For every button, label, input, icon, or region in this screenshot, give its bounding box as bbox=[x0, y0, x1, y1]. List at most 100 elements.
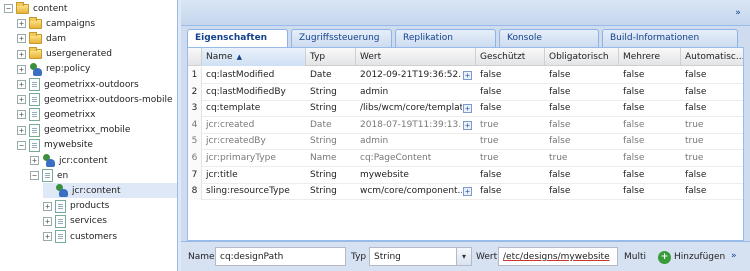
tree-node[interactable]: + geometrixx bbox=[17, 107, 177, 122]
collapse-toggle-icon[interactable]: − bbox=[17, 140, 26, 150]
column-header-gesch-tzt[interactable]: Geschützt bbox=[476, 48, 545, 66]
expand-toggle-icon[interactable]: + bbox=[43, 201, 52, 211]
tree-node-label: geometrixx_mobile bbox=[44, 125, 131, 136]
table-row[interactable]: 8 sling:resourceType String wcm/core/compon… bbox=[188, 183, 743, 201]
expand-value-icon[interactable]: + bbox=[463, 104, 472, 114]
cell-num: 3 bbox=[188, 100, 202, 118]
table-row[interactable]: 4 jcr:created Date 2018-07-19T11:39:13.... t… bbox=[188, 116, 743, 134]
name-input[interactable]: cq:designPath bbox=[215, 247, 346, 266]
expand-value-icon[interactable]: + bbox=[463, 187, 472, 197]
page-icon bbox=[29, 138, 40, 152]
tree-node-label: usergenerated bbox=[46, 49, 112, 60]
tree-node[interactable]: − en bbox=[30, 168, 177, 183]
tab-replikation[interactable]: Replikation bbox=[395, 29, 496, 47]
cell-value: /libs/wcm/core/templat... bbox=[360, 103, 462, 114]
cell-auto: true bbox=[685, 136, 704, 147]
sort-ascending-icon: ▲ bbox=[236, 53, 242, 61]
cell-name: jcr:createdBy bbox=[206, 136, 266, 147]
tree-node[interactable]: + customers bbox=[43, 229, 177, 244]
cell-auto: false bbox=[685, 169, 707, 180]
tab-eigenschaften[interactable]: Eigenschaften bbox=[187, 29, 288, 48]
cell-num: 6 bbox=[188, 150, 202, 167]
type-select[interactable]: String ▾ bbox=[369, 247, 472, 266]
tree-node[interactable]: + rep:policy bbox=[17, 62, 177, 77]
expand-value-icon[interactable]: + bbox=[463, 71, 472, 80]
table-row[interactable]: 6 jcr:primaryType Name cq:PageContent true tr… bbox=[188, 150, 743, 167]
cell-mandatory: false bbox=[549, 186, 571, 197]
column-header-rownum[interactable] bbox=[188, 48, 202, 66]
expand-toggle-icon[interactable]: + bbox=[17, 34, 26, 44]
cell-protected: false bbox=[480, 186, 502, 197]
table-row[interactable]: 5 jcr:createdBy String admin true false false t… bbox=[188, 133, 743, 151]
folder-icon bbox=[29, 47, 42, 60]
cell-mandatory: false bbox=[549, 119, 571, 130]
table-row[interactable]: 1 cq:lastModified Date 2012-09-21T19:36:52.… bbox=[188, 67, 743, 84]
value-input[interactable]: /etc/designs/mywebsite bbox=[498, 247, 618, 266]
collapse-toggle-icon[interactable]: − bbox=[30, 171, 39, 181]
tab-build-informationen[interactable]: Build-Informationen bbox=[602, 29, 738, 47]
tree-node[interactable]: + jcr:content bbox=[30, 153, 177, 168]
collapse-toggle-icon[interactable]: − bbox=[4, 4, 13, 13]
repository-tree[interactable]: − content + campaigns + dam + usergenerated + rep… bbox=[0, 0, 178, 271]
table-row[interactable]: 3 cq:template String/libs/wcm/core/templat… bbox=[188, 100, 743, 118]
add-button[interactable]: + Hinzufügen bbox=[658, 248, 725, 266]
expand-toggle-icon[interactable]: + bbox=[30, 156, 39, 165]
cell-multiple: false bbox=[623, 186, 645, 197]
tree-node[interactable]: + campaigns bbox=[17, 16, 177, 31]
expand-toggle-icon[interactable]: + bbox=[17, 80, 26, 89]
expand-toggle-icon[interactable]: + bbox=[17, 95, 26, 105]
cell-type: Date bbox=[310, 119, 332, 130]
tree-node[interactable]: + geometrixx-outdoors-mobile bbox=[17, 92, 177, 107]
properties-grid: Name ▲ Typ Wert Geschützt Obligatorisch Mehrer… bbox=[187, 47, 744, 241]
page-icon bbox=[29, 123, 40, 137]
table-row[interactable]: 7 jcr:title String mywebsite false false false… bbox=[188, 166, 743, 184]
tab-konsole[interactable]: Konsole bbox=[499, 29, 599, 47]
column-header-obligatorisch[interactable]: Obligatorisch bbox=[545, 48, 619, 66]
expand-toggle-icon[interactable]: + bbox=[17, 64, 26, 74]
tab-zugriffssteuerung[interactable]: Zugriffssteuerung bbox=[291, 29, 392, 47]
tree-node-label: rep:policy bbox=[46, 64, 91, 75]
expand-toggle-icon[interactable]: + bbox=[17, 125, 26, 135]
cell-multiple: false bbox=[623, 119, 645, 130]
cell-mandatory: false bbox=[549, 86, 571, 97]
column-header-mehrere[interactable]: Mehrere bbox=[619, 48, 681, 66]
collapse-chevron-icon[interactable]: » bbox=[732, 8, 744, 19]
tree-node-label: jcr:content bbox=[59, 155, 108, 166]
tree-node[interactable]: + dam bbox=[17, 31, 177, 46]
expand-value-icon[interactable]: + bbox=[463, 120, 472, 130]
properties-panel: » Eigenschaften Zugriffssteuerung Replikat… bbox=[181, 0, 750, 271]
cell-num: 7 bbox=[188, 166, 202, 184]
cell-value: 2018-07-19T11:39:13.... bbox=[360, 119, 462, 130]
multi-checkbox-label[interactable]: Multi bbox=[624, 252, 646, 262]
column-header-name[interactable]: Name ▲ bbox=[202, 48, 306, 66]
cell-mandatory: true bbox=[549, 153, 568, 163]
expand-toggle-icon[interactable]: + bbox=[17, 19, 26, 29]
expand-toggle-icon[interactable]: + bbox=[17, 110, 26, 120]
cell-value: admin bbox=[360, 86, 389, 97]
cell-name: cq:template bbox=[206, 103, 261, 114]
tree-node[interactable]: + services bbox=[43, 214, 177, 229]
expand-toggle-icon[interactable]: + bbox=[17, 49, 26, 59]
tree-node[interactable]: + usergenerated bbox=[17, 47, 177, 62]
cell-name: sling:resourceType bbox=[206, 186, 290, 197]
chevron-down-icon[interactable]: ▾ bbox=[456, 248, 471, 265]
expand-toggle-icon[interactable]: + bbox=[43, 232, 52, 241]
tree-node[interactable]: − mywebsite bbox=[17, 138, 177, 153]
column-header-automatisc[interactable]: Automatisc... bbox=[681, 48, 743, 66]
cell-protected: true bbox=[480, 153, 499, 163]
expand-toggle-icon[interactable]: + bbox=[43, 216, 52, 226]
table-row[interactable]: 2 cq:lastModifiedBy String admin false false f… bbox=[188, 83, 743, 101]
tree-node[interactable]: + geometrixx_mobile bbox=[17, 123, 177, 138]
column-header-typ[interactable]: Typ bbox=[306, 48, 356, 66]
cell-protected: true bbox=[480, 136, 499, 147]
node-icon bbox=[42, 154, 55, 167]
column-header-wert[interactable]: Wert bbox=[356, 48, 476, 66]
tree-node[interactable]: + geometrixx-outdoors bbox=[17, 77, 177, 92]
folder-icon bbox=[29, 16, 42, 29]
cell-num: 8 bbox=[188, 183, 202, 201]
cell-type: Name bbox=[310, 153, 337, 163]
more-icon[interactable]: » bbox=[731, 251, 737, 261]
tree-node[interactable]: jcr:content bbox=[43, 183, 177, 199]
tree-node[interactable]: − content bbox=[4, 1, 177, 16]
tree-node[interactable]: + products bbox=[43, 199, 177, 214]
